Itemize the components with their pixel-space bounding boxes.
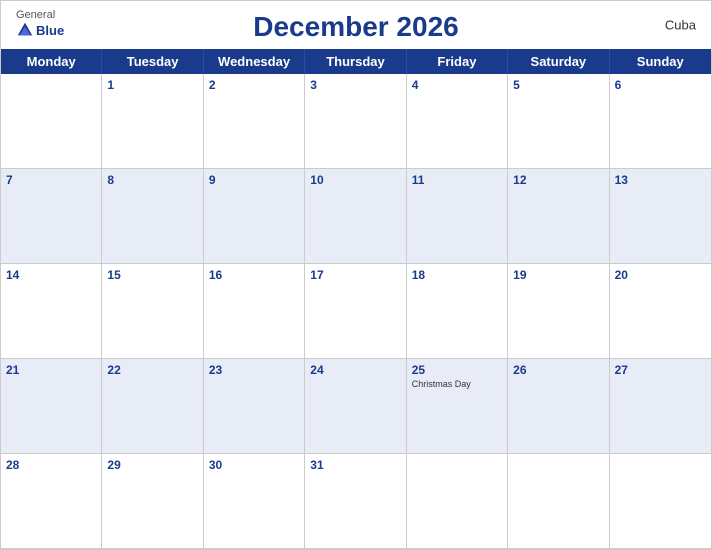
calendar-cell <box>610 454 711 549</box>
day-header-tuesday: Tuesday <box>102 49 203 74</box>
date-number: 15 <box>107 268 120 282</box>
calendar-cell: 12 <box>508 169 609 264</box>
date-number: 13 <box>615 173 628 187</box>
date-number: 20 <box>615 268 628 282</box>
day-header-thursday: Thursday <box>305 49 406 74</box>
calendar-cell: 19 <box>508 264 609 359</box>
date-number: 10 <box>310 173 323 187</box>
calendar-cell: 5 <box>508 74 609 169</box>
day-header-friday: Friday <box>407 49 508 74</box>
date-number: 14 <box>6 268 19 282</box>
date-number: 31 <box>310 458 323 472</box>
event-label: Christmas Day <box>412 379 471 389</box>
logo-icon <box>16 21 34 39</box>
date-number: 28 <box>6 458 19 472</box>
calendar-cell: 6 <box>610 74 711 169</box>
date-number: 4 <box>412 78 419 92</box>
calendar-cell: 4 <box>407 74 508 169</box>
calendar-cell: 22 <box>102 359 203 454</box>
calendar-cell: 15 <box>102 264 203 359</box>
date-number: 3 <box>310 78 317 92</box>
calendar-cell: 30 <box>204 454 305 549</box>
calendar-cell: 1 <box>102 74 203 169</box>
date-number: 21 <box>6 363 19 377</box>
logo-general: General <box>16 9 55 21</box>
calendar-cell: 25 Christmas Day <box>407 359 508 454</box>
calendar-cell: 11 <box>407 169 508 264</box>
date-number: 30 <box>209 458 222 472</box>
date-number: 19 <box>513 268 526 282</box>
date-number: 17 <box>310 268 323 282</box>
calendar-cell: 21 <box>1 359 102 454</box>
date-number: 2 <box>209 78 216 92</box>
calendar-cell: 20 <box>610 264 711 359</box>
calendar-cell: 3 <box>305 74 406 169</box>
month-title: December 2026 <box>253 11 458 43</box>
day-header-monday: Monday <box>1 49 102 74</box>
date-number: 29 <box>107 458 120 472</box>
day-header-saturday: Saturday <box>508 49 609 74</box>
date-number: 5 <box>513 78 520 92</box>
calendar-cell: 7 <box>1 169 102 264</box>
date-number: 1 <box>107 78 114 92</box>
date-number: 18 <box>412 268 425 282</box>
date-number: 7 <box>6 173 13 187</box>
logo-blue: Blue <box>16 21 64 39</box>
calendar-cell: 31 <box>305 454 406 549</box>
calendar-cell: 24 <box>305 359 406 454</box>
date-number: 6 <box>615 78 622 92</box>
date-number: 9 <box>209 173 216 187</box>
calendar-cell: 10 <box>305 169 406 264</box>
day-header-sunday: Sunday <box>610 49 711 74</box>
calendar-cell: 18 <box>407 264 508 359</box>
calendar-grid: 1234567891011121314151617181920212223242… <box>1 74 711 549</box>
calendar-cell: 14 <box>1 264 102 359</box>
calendar-cell: 17 <box>305 264 406 359</box>
calendar-cell: 16 <box>204 264 305 359</box>
date-number: 12 <box>513 173 526 187</box>
calendar: General Blue December 2026 Cuba MondayTu… <box>0 0 712 550</box>
date-number: 16 <box>209 268 222 282</box>
calendar-cell <box>407 454 508 549</box>
date-number: 8 <box>107 173 114 187</box>
calendar-cell: 28 <box>1 454 102 549</box>
day-headers: MondayTuesdayWednesdayThursdayFridaySatu… <box>1 49 711 74</box>
calendar-cell: 27 <box>610 359 711 454</box>
calendar-cell: 26 <box>508 359 609 454</box>
calendar-header: General Blue December 2026 Cuba <box>1 1 711 49</box>
logo: General Blue <box>16 9 64 39</box>
calendar-cell: 2 <box>204 74 305 169</box>
calendar-cell <box>1 74 102 169</box>
day-header-wednesday: Wednesday <box>204 49 305 74</box>
date-number: 24 <box>310 363 323 377</box>
date-number: 25 <box>412 363 425 377</box>
calendar-cell <box>508 454 609 549</box>
calendar-cell: 29 <box>102 454 203 549</box>
calendar-cell: 13 <box>610 169 711 264</box>
calendar-cell: 9 <box>204 169 305 264</box>
calendar-cell: 8 <box>102 169 203 264</box>
date-number: 22 <box>107 363 120 377</box>
calendar-cell: 23 <box>204 359 305 454</box>
date-number: 23 <box>209 363 222 377</box>
date-number: 11 <box>412 173 425 187</box>
date-number: 26 <box>513 363 526 377</box>
country-label: Cuba <box>665 18 696 33</box>
date-number: 27 <box>615 363 628 377</box>
